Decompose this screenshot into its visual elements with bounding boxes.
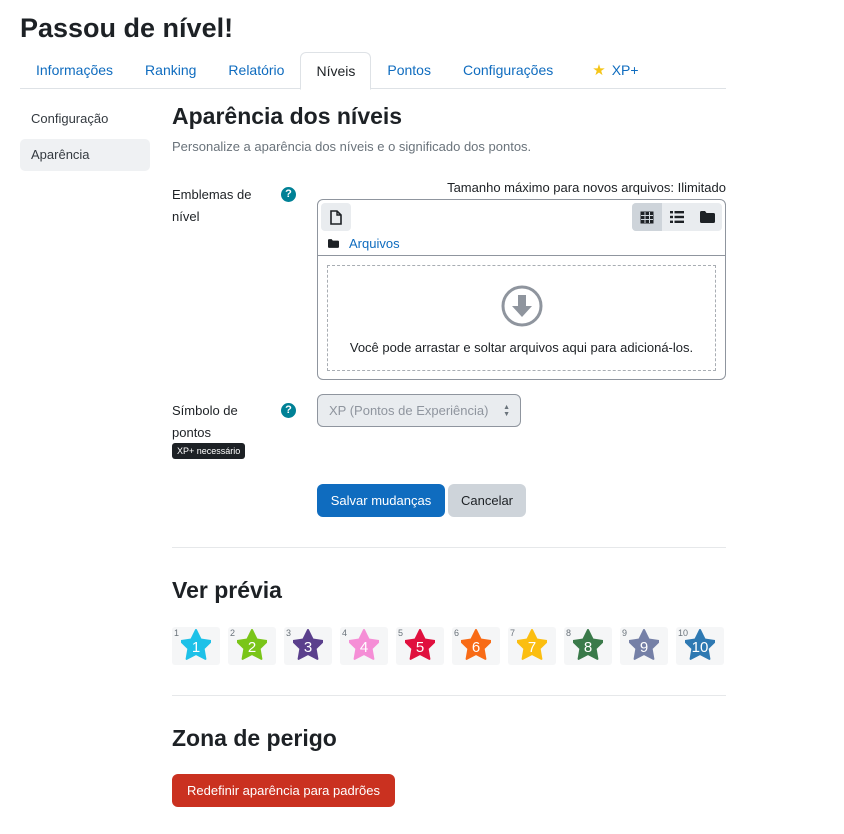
tab-xp-plus[interactable]: ★ XP+ — [569, 52, 654, 89]
tab-relatorio[interactable]: Relatório — [212, 52, 300, 89]
level-badge: 33 — [284, 627, 332, 665]
drop-zone-text: Você pode arrastar e soltar arquivos aqu… — [349, 340, 694, 355]
level-badge: 88 — [564, 627, 612, 665]
level-number-small: 5 — [398, 628, 404, 638]
level-preview-list: 1 1 2 2 3 3 4 4 5 5 6 6 7 7 8 8 9 9 10 10 — [172, 627, 724, 665]
folder-icon — [699, 211, 715, 223]
tab-label: Pontos — [387, 62, 431, 78]
page-title: Passou de nível! — [20, 13, 234, 43]
level-number-small: 6 — [454, 628, 460, 638]
max-file-size-text: Tamanho máximo para novos arquivos: Ilim… — [447, 180, 726, 195]
tab-label: XP+ — [611, 62, 639, 78]
tab-label: Configurações — [462, 62, 554, 78]
level-badge: 66 — [452, 627, 500, 665]
level-number-small: 1 — [174, 628, 180, 638]
section-heading-appearance: Aparência dos níveis — [172, 103, 403, 129]
level-number: 5 — [415, 639, 425, 656]
grid-icon — [640, 211, 654, 223]
list-view-button[interactable] — [662, 203, 692, 231]
level-number: 3 — [303, 639, 313, 656]
level-number-small: 4 — [342, 628, 348, 638]
tab-label: Relatório — [228, 62, 285, 78]
level-badge: 55 — [396, 627, 444, 665]
section-heading-preview: Ver prévia — [172, 577, 282, 603]
cancel-button[interactable]: Cancelar — [448, 484, 526, 517]
tab-label: Ranking — [145, 62, 197, 78]
points-symbol-select[interactable]: XP (Pontos de Experiência) ▲ ▼ — [317, 394, 521, 427]
level-number: 10 — [691, 639, 709, 656]
tree-view-button[interactable] — [692, 203, 722, 231]
sidenav-item-configuracao[interactable]: Configuração — [20, 103, 150, 135]
download-arrow-icon — [328, 285, 715, 330]
level-number: 7 — [527, 639, 537, 656]
file-drop-zone[interactable]: Você pode arrastar e soltar arquivos aqu… — [327, 265, 716, 371]
help-icon[interactable]: ? — [281, 187, 296, 202]
tab-bar: Informações Ranking Relatório Níveis Pon… — [20, 52, 726, 90]
reset-appearance-button[interactable]: Redefinir aparência para padrões — [172, 774, 395, 807]
side-navigation: Configuração Aparência — [20, 103, 150, 175]
level-number: 2 — [247, 639, 257, 656]
section-divider — [172, 695, 726, 696]
file-manager-toolbar: Arquivos — [318, 200, 725, 256]
level-number: 6 — [471, 639, 481, 656]
badges-field-label: Emblemas de nível — [172, 187, 252, 224]
save-changes-button[interactable]: Salvar mudanças — [317, 484, 445, 517]
list-icon — [670, 211, 684, 223]
level-number-small: 3 — [286, 628, 292, 638]
main-content: Aparência dos níveis Personalize a aparê… — [172, 100, 726, 807]
tab-niveis[interactable]: Níveis — [300, 52, 372, 90]
file-icon — [330, 209, 342, 225]
level-number: 8 — [583, 639, 593, 656]
tab-label: Níveis — [316, 62, 356, 79]
tab-ranking[interactable]: Ranking — [129, 52, 212, 89]
section-heading-danger-zone: Zona de perigo — [172, 725, 337, 751]
level-number: 4 — [359, 639, 369, 656]
level-badge: 99 — [620, 627, 668, 665]
file-path-breadcrumb: Arquivos — [328, 236, 400, 251]
file-manager: Arquivos Você pode arrastar e soltar arq… — [317, 199, 726, 380]
star-icon: ★ — [592, 62, 606, 79]
section-divider — [172, 547, 726, 548]
level-badge: 11 — [172, 627, 220, 665]
select-value: XP (Pontos de Experiência) — [329, 403, 489, 418]
level-badge: 77 — [508, 627, 556, 665]
help-icon[interactable]: ? — [281, 403, 296, 418]
tab-configuracoes[interactable]: Configurações — [447, 52, 569, 89]
level-number: 1 — [191, 639, 201, 656]
grid-view-button[interactable] — [632, 203, 662, 231]
xp-plus-required-badge: XP+ necessário — [172, 443, 246, 459]
files-folder-link[interactable]: Arquivos — [349, 236, 400, 251]
level-badge: 22 — [228, 627, 276, 665]
folder-icon — [328, 239, 339, 248]
tab-pontos[interactable]: Pontos — [371, 52, 447, 89]
level-badge: 44 — [340, 627, 388, 665]
tab-informacoes[interactable]: Informações — [20, 52, 129, 89]
level-number-small: 9 — [622, 628, 628, 638]
tab-label: Informações — [36, 62, 114, 78]
points-field-label: Símbolo de pontos — [172, 403, 238, 440]
level-number-small: 8 — [566, 628, 572, 638]
level-number: 9 — [639, 639, 649, 656]
sidenav-item-aparencia[interactable]: Aparência — [20, 139, 150, 171]
section-subtitle: Personalize a aparência dos níveis e o s… — [172, 139, 532, 154]
select-caret-icon: ▲ ▼ — [503, 404, 510, 418]
level-number-small: 7 — [510, 628, 516, 638]
level-badge: 10 10 — [676, 627, 724, 665]
view-switcher — [632, 203, 722, 231]
badges-field-label-group: Emblemas de nível ? — [172, 184, 312, 224]
add-file-button[interactable] — [321, 203, 351, 231]
level-number-small: 2 — [230, 628, 236, 638]
